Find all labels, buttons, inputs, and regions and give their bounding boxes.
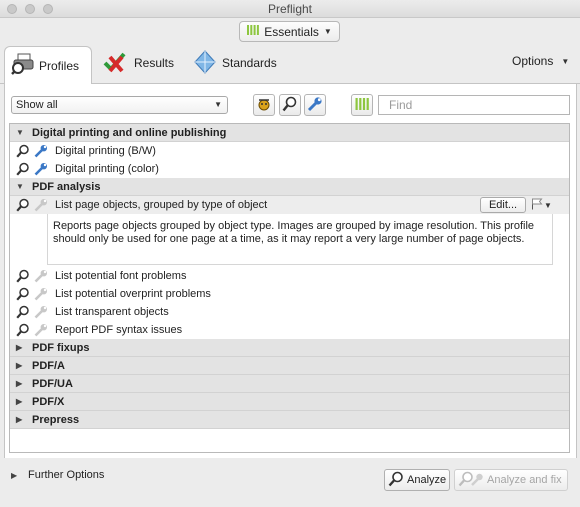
- list-item[interactable]: Digital printing (color): [10, 160, 569, 178]
- group-pdf-fixups[interactable]: ▶ PDF fixups: [10, 339, 569, 357]
- list-item[interactable]: Digital printing (B/W): [10, 142, 569, 160]
- magnifier-icon: [15, 305, 30, 320]
- minimize-window-button[interactable]: [25, 4, 35, 14]
- wrench-disabled-icon: [33, 198, 48, 213]
- group-prepress[interactable]: ▶ Prepress: [10, 411, 569, 429]
- wrench-disabled-icon: [33, 269, 48, 284]
- analyze-button[interactable]: Analyze: [384, 469, 450, 491]
- group-label: Digital printing and online publishing: [32, 126, 227, 139]
- profile-name: List page objects, grouped by type of ob…: [55, 199, 268, 211]
- profile-list[interactable]: ▼ Digital printing and online publishing…: [9, 123, 570, 453]
- tab-profiles[interactable]: Profiles: [4, 46, 92, 84]
- wrench-disabled-icon: [33, 287, 48, 302]
- bug-filter-icon: [256, 96, 272, 115]
- profiles-icon: [11, 53, 35, 78]
- magnifier-icon: [15, 269, 30, 284]
- wrench-icon: [33, 144, 48, 159]
- tab-results-label: Results: [134, 56, 175, 70]
- group-label: PDF/UA: [32, 377, 73, 390]
- magnifier-icon: [388, 471, 404, 490]
- flag-icon: [531, 198, 543, 213]
- magnifier-wrench-icon: [458, 471, 484, 490]
- show-fixups-button[interactable]: [304, 94, 326, 116]
- profile-description: Reports page objects grouped by object t…: [47, 214, 553, 265]
- edit-button[interactable]: Edit...: [480, 197, 526, 213]
- library-icon: [355, 97, 369, 114]
- essentials-dropdown[interactable]: Essentials ▼: [239, 21, 340, 42]
- disclosure-closed-icon: ▶: [16, 343, 23, 352]
- results-icon: [102, 51, 128, 76]
- group-label: PDF/X: [32, 395, 65, 408]
- chevron-down-icon: ▼: [544, 201, 552, 210]
- title-bar: Preflight: [0, 0, 580, 18]
- profile-name: Digital printing (B/W): [55, 145, 156, 157]
- wrench-disabled-icon: [33, 323, 48, 338]
- analyze-and-fix-label: Analyze and fix: [487, 474, 562, 486]
- disclosure-closed-icon: ▶: [16, 379, 23, 388]
- essentials-label: Essentials: [264, 24, 319, 39]
- magnifier-icon: [15, 144, 30, 159]
- magnifier-icon: [15, 287, 30, 302]
- wrench-icon: [33, 162, 48, 177]
- chevron-down-icon: ▼: [214, 100, 222, 109]
- chevron-down-icon: ▼: [561, 56, 570, 66]
- group-label: PDF/A: [32, 359, 65, 372]
- library-view-button[interactable]: [351, 94, 373, 116]
- profile-name: List potential overprint problems: [55, 288, 211, 300]
- tab-results[interactable]: Results: [102, 50, 174, 76]
- profile-name: Digital printing (color): [55, 163, 159, 175]
- list-item-selected[interactable]: List page objects, grouped by type of ob…: [10, 196, 569, 214]
- filter-select[interactable]: Show all ▼: [11, 96, 228, 114]
- list-item[interactable]: Report PDF syntax issues: [10, 321, 569, 339]
- analyze-label: Analyze: [407, 474, 447, 486]
- magnifier-icon: [282, 96, 298, 115]
- list-item[interactable]: List transparent objects: [10, 303, 569, 321]
- group-label: Prepress: [32, 413, 80, 426]
- analyze-and-fix-button[interactable]: Analyze and fix: [454, 469, 568, 491]
- group-pdf-x[interactable]: ▶ PDF/X: [10, 393, 569, 411]
- magnifier-icon: [15, 162, 30, 177]
- tab-standards-label: Standards: [222, 56, 277, 70]
- disclosure-closed-icon: ▶: [16, 361, 23, 370]
- magnifier-icon: [15, 198, 30, 213]
- zoom-window-button[interactable]: [43, 4, 53, 14]
- profile-name: List potential font problems: [55, 270, 187, 282]
- chevron-down-icon: ▼: [323, 27, 332, 36]
- further-options-toggle[interactable]: ▶ Further Options: [11, 469, 104, 481]
- profile-name: Report PDF syntax issues: [55, 324, 183, 336]
- group-digital-printing[interactable]: ▼ Digital printing and online publishing: [10, 124, 569, 142]
- window-title: Preflight: [267, 2, 313, 16]
- list-item[interactable]: List potential font problems: [10, 267, 569, 285]
- close-window-button[interactable]: [7, 4, 17, 14]
- disclosure-closed-icon: ▶: [16, 397, 23, 406]
- library-icon: [247, 24, 260, 39]
- disclosure-open-icon: ▼: [16, 182, 24, 191]
- flag-menu-button[interactable]: ▼: [531, 198, 552, 213]
- profile-name: List transparent objects: [55, 306, 169, 318]
- group-pdf-a[interactable]: ▶ PDF/A: [10, 357, 569, 375]
- further-options-label: Further Options: [28, 469, 105, 481]
- group-pdf-analysis[interactable]: ▼ PDF analysis: [10, 178, 569, 196]
- tab-standards[interactable]: Standards: [194, 49, 277, 77]
- tab-profiles-label: Profiles: [39, 58, 80, 73]
- wrench-icon: [307, 96, 323, 115]
- list-item[interactable]: List potential overprint problems: [10, 285, 569, 303]
- wrench-disabled-icon: [33, 305, 48, 320]
- standards-icon: [194, 49, 216, 77]
- disclosure-closed-icon: ▶: [11, 470, 18, 480]
- group-label: PDF analysis: [32, 180, 101, 193]
- filter-select-value: Show all: [16, 99, 58, 111]
- disclosure-closed-icon: ▶: [16, 415, 23, 424]
- options-menu[interactable]: Options ▼: [512, 54, 569, 68]
- disclosure-open-icon: ▼: [16, 128, 24, 137]
- show-checks-button[interactable]: [279, 94, 301, 116]
- filter-profiles-button[interactable]: [253, 94, 275, 116]
- group-label: PDF fixups: [32, 341, 90, 354]
- group-pdf-ua[interactable]: ▶ PDF/UA: [10, 375, 569, 393]
- search-input[interactable]: Find: [378, 95, 570, 115]
- options-label: Options: [512, 54, 554, 68]
- magnifier-icon: [15, 323, 30, 338]
